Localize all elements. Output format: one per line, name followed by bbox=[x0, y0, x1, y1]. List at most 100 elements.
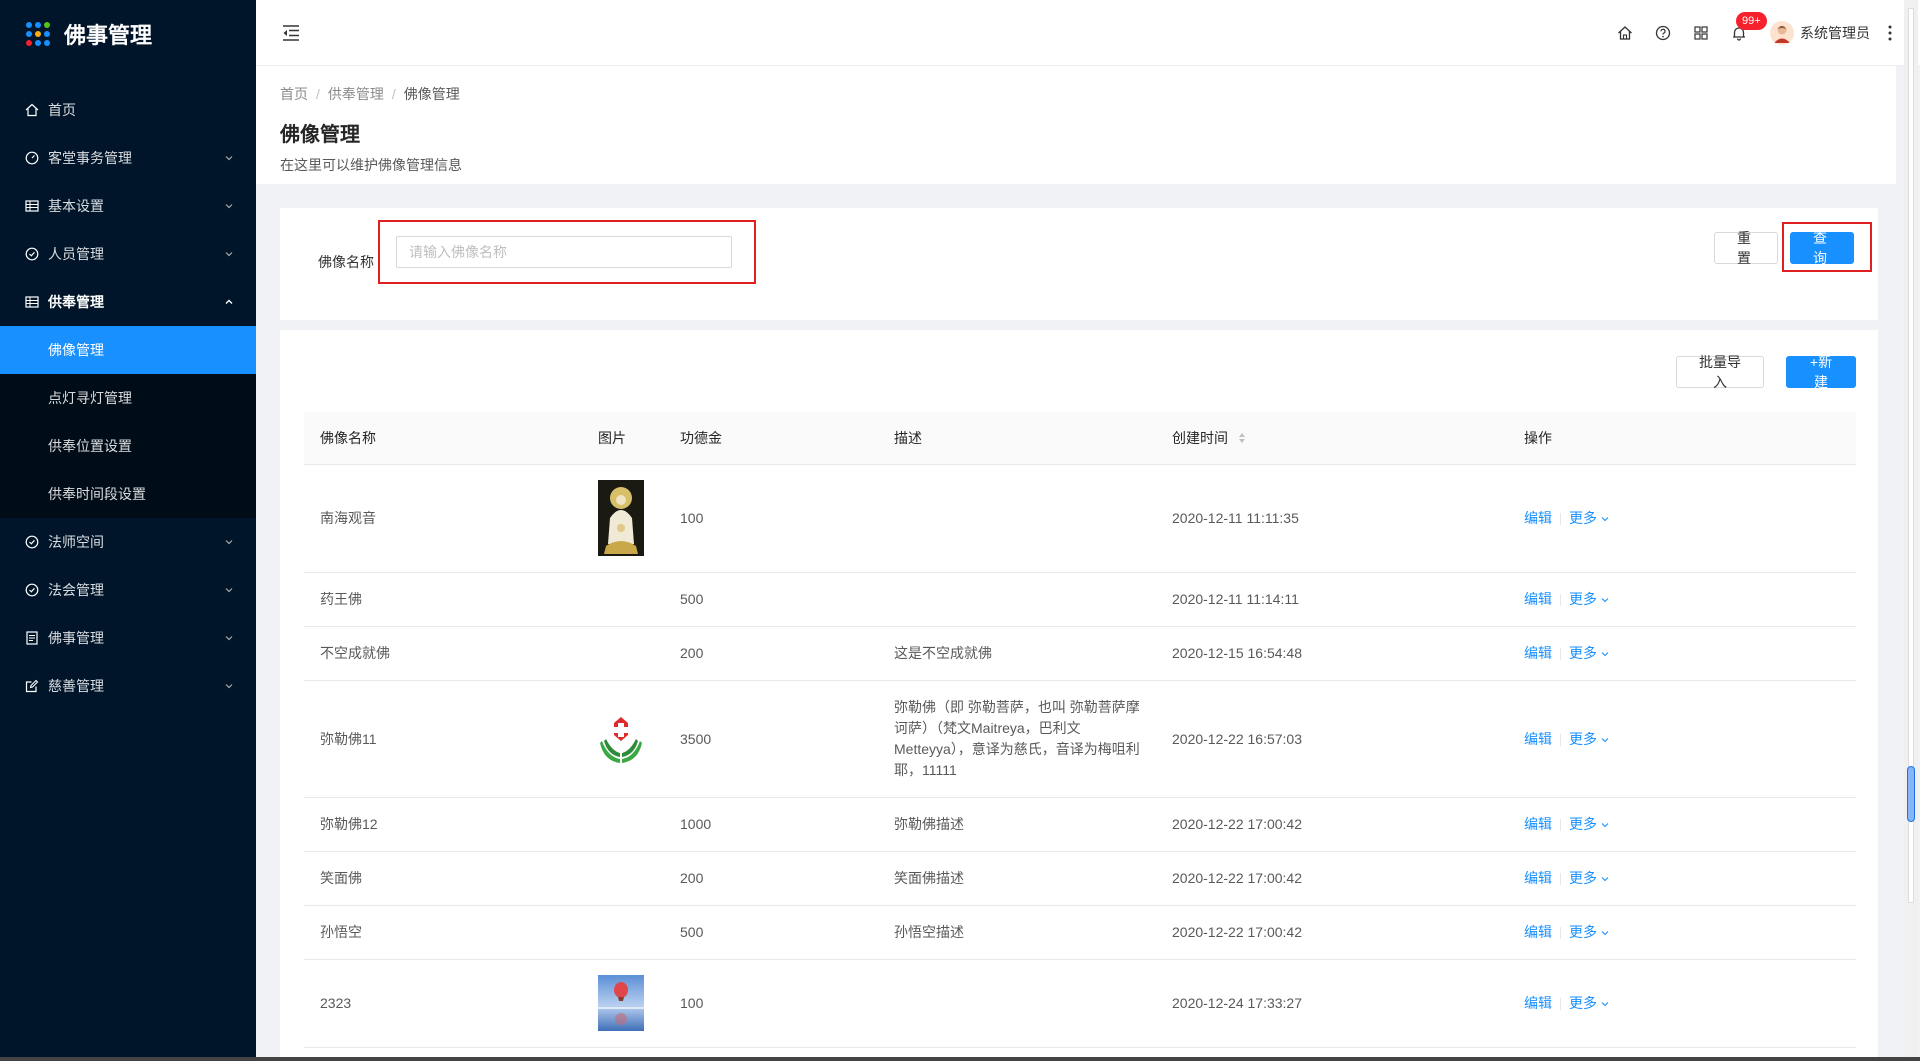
sort-icon[interactable] bbox=[1238, 431, 1246, 447]
cell-actions: 编辑 更多 bbox=[1508, 851, 1856, 906]
edit-link[interactable]: 编辑 bbox=[1524, 924, 1552, 940]
cell-created-time: 2020-12-22 17:00:42 bbox=[1156, 905, 1508, 960]
cell-description: 弥勒佛描述 bbox=[878, 797, 1156, 852]
breadcrumb-home[interactable]: 首页 bbox=[280, 84, 308, 104]
app-logo[interactable]: 佛事管理 bbox=[0, 0, 256, 68]
sidebar-item-label: 客堂事务管理 bbox=[48, 150, 132, 166]
logo-dot bbox=[35, 31, 41, 37]
batch-import-button[interactable]: 批量导入 bbox=[1676, 354, 1764, 390]
statue-thumbnail-guanyin[interactable] bbox=[598, 480, 648, 556]
statue-thumbnail-balloon[interactable] bbox=[598, 975, 648, 1031]
more-dropdown[interactable]: 更多 bbox=[1569, 924, 1609, 940]
sidebar-item-guest-affairs[interactable]: 客堂事务管理 bbox=[0, 134, 256, 182]
more-dropdown[interactable]: 更多 bbox=[1569, 591, 1609, 607]
submenu-item-label: 佛像管理 bbox=[48, 342, 104, 358]
submenu-item-buddha-statues[interactable]: 佛像管理 bbox=[0, 326, 256, 374]
cell-description: 这是不空成就佛 bbox=[878, 626, 1156, 681]
cell-name: 笑面佛 bbox=[304, 851, 582, 906]
appstore-icon[interactable] bbox=[1682, 0, 1720, 66]
logo-dot bbox=[44, 22, 50, 28]
column-header-actions: 操作 bbox=[1508, 412, 1856, 465]
more-dropdown[interactable]: 更多 bbox=[1569, 731, 1609, 747]
question-circle-icon[interactable] bbox=[1644, 0, 1682, 66]
edit-icon bbox=[24, 678, 40, 694]
user-menu[interactable]: 系统管理员 bbox=[1770, 21, 1870, 45]
more-dropdown[interactable]: 更多 bbox=[1569, 816, 1609, 832]
cell-amount: 500 bbox=[664, 572, 878, 627]
chevron-down-icon bbox=[1601, 517, 1609, 522]
vertical-scrollbar[interactable] bbox=[1904, 0, 1918, 1061]
column-header-created-time[interactable]: 创建时间 bbox=[1156, 412, 1508, 465]
breadcrumb: 首页 / 供奉管理 / 佛像管理 bbox=[280, 84, 1872, 104]
cell-amount: 500 bbox=[664, 905, 878, 960]
edit-link[interactable]: 编辑 bbox=[1524, 510, 1552, 526]
cell-description: 笑面佛描述 bbox=[878, 851, 1156, 906]
search-form: 佛像名称 重 置 查 询 bbox=[280, 208, 1878, 320]
logo-dot bbox=[26, 40, 32, 46]
breadcrumb-offerings[interactable]: 供奉管理 bbox=[328, 84, 384, 104]
sidebar-item-offerings[interactable]: 供奉管理 bbox=[0, 278, 256, 326]
cell-image bbox=[582, 959, 664, 1048]
sidebar-item-label: 法会管理 bbox=[48, 582, 104, 598]
scrollbar-thumb[interactable] bbox=[1907, 766, 1915, 822]
edit-link[interactable]: 编辑 bbox=[1524, 816, 1552, 832]
edit-link[interactable]: 编辑 bbox=[1524, 591, 1552, 607]
edit-link[interactable]: 编辑 bbox=[1524, 645, 1552, 661]
reset-button[interactable]: 重 置 bbox=[1714, 230, 1778, 266]
highlight-box-search-input bbox=[378, 220, 756, 284]
cell-amount: 3500 bbox=[664, 680, 878, 798]
table-row: 不空成就佛 200 这是不空成就佛 2020-12-15 16:54:48 编辑… bbox=[304, 626, 1856, 681]
cell-amount: 100 bbox=[664, 464, 878, 573]
more-vertical-icon[interactable] bbox=[1880, 0, 1900, 66]
edit-link[interactable]: 编辑 bbox=[1524, 995, 1552, 1011]
sidebar-item-personnel[interactable]: 人员管理 bbox=[0, 230, 256, 278]
cell-description: 孙悟空描述 bbox=[878, 905, 1156, 960]
sidebar-menu: 首页 客堂事务管理 基本设置 人员管理 供奉管理 佛像管理 点灯寻灯管理 供奉位… bbox=[0, 86, 256, 710]
sidebar-item-basic-settings[interactable]: 基本设置 bbox=[0, 182, 256, 230]
column-header-image: 图片 bbox=[582, 412, 664, 465]
cell-created-time: 2020-12-11 11:14:11 bbox=[1156, 572, 1508, 627]
sidebar-item-buddhist-affairs[interactable]: 佛事管理 bbox=[0, 614, 256, 662]
edit-link[interactable]: 编辑 bbox=[1524, 731, 1552, 747]
cell-image bbox=[582, 851, 664, 906]
cell-actions: 编辑 更多 bbox=[1508, 680, 1856, 798]
submenu-item-time-slots[interactable]: 供奉时间段设置 bbox=[0, 470, 256, 518]
more-label: 更多 bbox=[1569, 924, 1597, 940]
top-header: 99+ 系统管理员 bbox=[256, 0, 1920, 66]
cell-created-time: 2020-12-15 16:54:48 bbox=[1156, 626, 1508, 681]
edit-link[interactable]: 编辑 bbox=[1524, 870, 1552, 886]
table-row: 2323 100 2020-12-24 17:33:27 编辑 更多 bbox=[304, 959, 1856, 1048]
header-actions: 99+ 系统管理员 bbox=[1606, 0, 1900, 66]
cell-image bbox=[582, 905, 664, 960]
more-label: 更多 bbox=[1569, 995, 1597, 1011]
submenu-item-lamps[interactable]: 点灯寻灯管理 bbox=[0, 374, 256, 422]
column-header-name: 佛像名称 bbox=[304, 412, 582, 465]
cell-description bbox=[878, 572, 1156, 627]
more-dropdown[interactable]: 更多 bbox=[1569, 995, 1609, 1011]
more-dropdown[interactable]: 更多 bbox=[1569, 510, 1609, 526]
table-header-row: 佛像名称 图片 功德金 描述 创建时间 操作 bbox=[304, 412, 1856, 465]
chevron-down-icon bbox=[1601, 598, 1609, 603]
cell-name: 药王佛 bbox=[304, 572, 582, 627]
bottom-edge bbox=[0, 1057, 1920, 1061]
cell-name: 弥勒佛12 bbox=[304, 797, 582, 852]
app-title: 佛事管理 bbox=[64, 23, 153, 48]
more-label: 更多 bbox=[1569, 591, 1597, 607]
add-new-button[interactable]: +新建 bbox=[1786, 354, 1856, 390]
cell-image bbox=[582, 680, 664, 798]
table-card: 批量导入 +新建 佛像名称 图片 功德金 描述 创建时间 操作 南海观音 100… bbox=[280, 330, 1878, 1061]
more-dropdown[interactable]: 更多 bbox=[1569, 645, 1609, 661]
home-icon[interactable] bbox=[1606, 0, 1644, 66]
menu-fold-icon[interactable] bbox=[280, 22, 302, 44]
sidebar-item-charity[interactable]: 慈善管理 bbox=[0, 662, 256, 710]
action-divider bbox=[1560, 648, 1561, 661]
sidebar-item-home[interactable]: 首页 bbox=[0, 86, 256, 134]
column-header-label: 创建时间 bbox=[1172, 429, 1228, 446]
bell-icon[interactable]: 99+ bbox=[1720, 0, 1767, 66]
sidebar-item-dharma-assembly[interactable]: 法会管理 bbox=[0, 566, 256, 614]
more-dropdown[interactable]: 更多 bbox=[1569, 870, 1609, 886]
column-header-amount: 功德金 bbox=[664, 412, 878, 465]
sidebar-item-master-space[interactable]: 法师空间 bbox=[0, 518, 256, 566]
submenu-item-positions[interactable]: 供奉位置设置 bbox=[0, 422, 256, 470]
statue-thumbnail-redcross[interactable] bbox=[598, 712, 648, 765]
